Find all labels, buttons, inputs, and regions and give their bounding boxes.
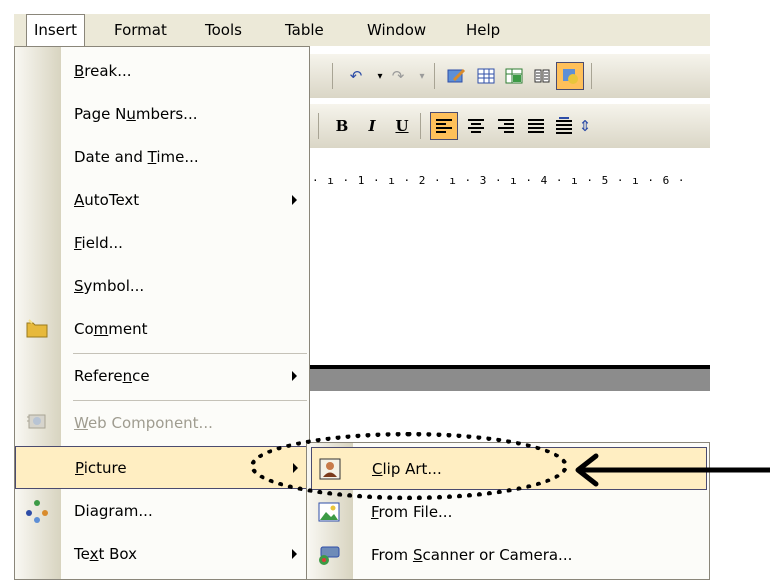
toolbar-separator: [591, 63, 592, 89]
menu-item-comment[interactable]: Comment: [15, 308, 309, 351]
menu-tools-label: Tools: [205, 21, 242, 39]
submenu-arrow-icon: [292, 371, 297, 381]
comment-icon: [25, 317, 49, 341]
menu-item-from-scanner-camera-label: From Scanner or Camera...: [371, 546, 573, 564]
menu-item-reference-label: Reference: [74, 367, 150, 385]
undo-icon[interactable]: ↶: [344, 64, 368, 88]
redo-dropdown-icon[interactable]: ▾: [410, 64, 434, 88]
mnemonic-u: u: [126, 105, 136, 123]
from-file-icon: [317, 500, 341, 524]
submenu-arrow-icon: [292, 195, 297, 205]
menu-item-web-component[interactable]: Web Component...: [15, 402, 309, 445]
menu-help[interactable]: Help: [459, 14, 507, 46]
mnemonic-f: F: [371, 503, 379, 521]
pointer-arrow-icon: [575, 453, 770, 487]
italic-button[interactable]: I: [360, 114, 384, 138]
ruler-scale: · ı · 1 · ı · 2 · ı · 3 · ı · 4 · ı · 5 …: [312, 174, 686, 187]
insert-hyperlink-icon[interactable]: [444, 64, 468, 88]
toolbar-separator: [420, 113, 421, 139]
standard-toolbar: ↶ ▾ ↷ ▾: [306, 54, 710, 98]
tables-borders-icon[interactable]: [474, 64, 498, 88]
menu-table-label: Table: [285, 21, 324, 39]
menu-item-reference[interactable]: Reference: [15, 355, 309, 398]
menu-item-picture-label: Picture: [75, 459, 127, 477]
columns-icon[interactable]: [530, 64, 554, 88]
menu-item-symbol[interactable]: Symbol...: [15, 265, 309, 308]
toolbar-separator: [332, 63, 333, 89]
menu-item-break[interactable]: Break...: [15, 50, 309, 93]
justify-icon[interactable]: [524, 114, 548, 138]
line-spacing-icon[interactable]: ⇕: [578, 114, 592, 138]
underline-button[interactable]: U: [390, 114, 414, 138]
mnemonic-x: x: [89, 545, 99, 563]
mnemonic-p: P: [75, 459, 84, 477]
menu-item-diagram-label: Diagram...: [74, 502, 153, 520]
mnemonic-w: W: [74, 414, 88, 432]
menu-item-page-numbers-label: Page Numbers...: [74, 105, 198, 123]
menu-insert-label: Insert: [34, 21, 78, 39]
bold-button[interactable]: B: [330, 114, 354, 138]
insert-menu: Break... Page Numbers... Date and Time..…: [14, 46, 310, 580]
menu-item-field-label: Field...: [74, 234, 123, 252]
menu-separator: [73, 400, 307, 401]
redo-icon[interactable]: ↷: [386, 64, 410, 88]
menu-item-diagram[interactable]: Diagram...: [15, 490, 309, 533]
align-center-icon[interactable]: [464, 114, 488, 138]
menu-table[interactable]: Table: [278, 14, 331, 46]
mnemonic-b: B: [74, 62, 85, 80]
mnemonic-s: S: [412, 546, 423, 564]
diagram-icon: [25, 499, 49, 523]
horizontal-ruler[interactable]: · ı · 1 · ı · 2 · ı · 3 · ı · 4 · ı · 5 …: [306, 160, 710, 204]
menu-item-comment-label: Comment: [74, 320, 148, 338]
document-gray-band: [308, 369, 710, 391]
menu-item-symbol-label: Symbol...: [74, 277, 145, 295]
menu-item-text-box-label: Text Box: [74, 545, 138, 563]
toolbar-separator: [318, 113, 319, 139]
menu-help-label: Help: [466, 21, 501, 39]
toolbar-separator: [434, 63, 435, 89]
menu-format-label: Format: [114, 21, 167, 39]
menu-window-label: Window: [367, 21, 427, 39]
menu-item-page-numbers[interactable]: Page Numbers...: [15, 93, 309, 136]
mnemonic-t: T: [147, 148, 157, 166]
menu-item-autotext[interactable]: AutoText: [15, 179, 309, 222]
mnemonic-a: A: [74, 191, 85, 209]
menu-item-web-component-label: Web Component...: [74, 414, 213, 432]
menu-item-break-label: Break...: [74, 62, 132, 80]
formatting-toolbar: B I U ⇕: [306, 104, 710, 148]
menu-item-date-time[interactable]: Date and Time...: [15, 136, 309, 179]
menu-item-text-box[interactable]: Text Box: [15, 533, 309, 576]
menu-item-autotext-label: AutoText: [74, 191, 140, 209]
mnemonic-s: S: [74, 277, 84, 295]
align-right-icon[interactable]: [494, 114, 518, 138]
scanner-camera-icon: [317, 543, 341, 567]
mnemonic-m: m: [93, 320, 109, 338]
menu-tools[interactable]: Tools: [198, 14, 249, 46]
insert-excel-icon[interactable]: [502, 64, 526, 88]
highlight-ellipse: [250, 432, 568, 500]
menu-format[interactable]: Format: [107, 14, 174, 46]
menu-item-field[interactable]: Field...: [15, 222, 309, 265]
menu-item-date-time-label: Date and Time...: [74, 148, 199, 166]
drawing-icon[interactable]: [556, 62, 584, 90]
menu-separator: [73, 353, 307, 354]
mnemonic-f: F: [74, 234, 82, 252]
menu-insert[interactable]: Insert: [26, 14, 86, 48]
menu-item-from-scanner-camera[interactable]: From Scanner or Camera...: [307, 534, 709, 577]
submenu-arrow-icon: [292, 549, 297, 559]
mnemonic-n: n: [122, 367, 133, 385]
menu-bar: Insert Format Tools Table Window Help: [14, 14, 710, 48]
align-left-icon[interactable]: [430, 112, 458, 140]
distributed-icon[interactable]: [552, 114, 576, 138]
web-component-icon: [25, 411, 49, 435]
menu-window[interactable]: Window: [360, 14, 433, 46]
